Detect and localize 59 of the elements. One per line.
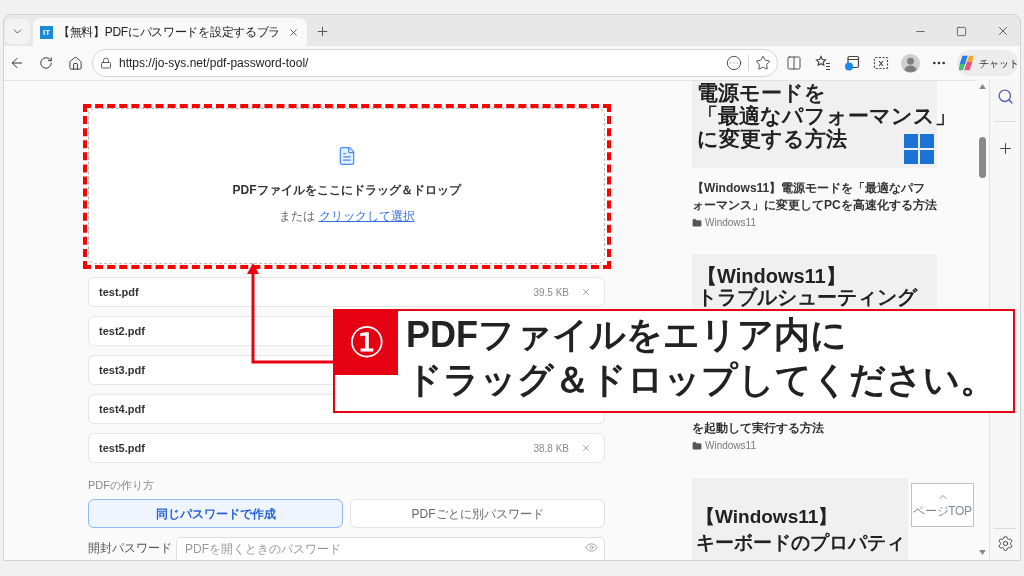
search-icon[interactable]: [996, 88, 1014, 105]
thumbnail-title: 「最適なパフォーマンス」: [697, 104, 956, 127]
thumbnail-title: トラブルシューティング: [697, 287, 917, 308]
window-badge-icon[interactable]: [844, 55, 860, 71]
category-label: Windows11: [705, 216, 756, 230]
home-icon[interactable]: [67, 55, 83, 71]
step-number: ①: [335, 311, 398, 375]
article-title[interactable]: を起動して実行する方法: [692, 420, 937, 437]
article-thumbnail[interactable]: 【Windows11】 トラブルシューティング: [692, 254, 937, 310]
refresh-icon[interactable]: [39, 56, 53, 70]
browser-tab[interactable]: IT 【無料】PDFにパスワードを設定するブラ: [33, 18, 307, 46]
folder-icon: [692, 440, 702, 451]
scroll-down-icon[interactable]: [979, 550, 986, 555]
drop-title: PDFファイルをここにドラッグ＆ドロップ: [232, 182, 461, 199]
file-name: test2.pdf: [99, 323, 145, 339]
thumbnail-title: 電源モードを: [697, 81, 826, 104]
new-tab-icon[interactable]: [314, 23, 330, 39]
mode-option-button[interactable]: 同じパスワードで作成: [88, 499, 343, 528]
field-label: 開封パスワード: [88, 540, 173, 557]
settings-icon[interactable]: [996, 535, 1014, 552]
article-thumbnail[interactable]: 【Windows11】 キーボードのプロパティ: [692, 478, 908, 560]
password-field[interactable]: PDFを開くときのパスワード: [176, 537, 605, 560]
star-list-icon[interactable]: [815, 55, 831, 71]
scrollbar-thumb[interactable]: [979, 137, 986, 178]
file-size: 38.8 KB: [533, 441, 569, 456]
address-bar[interactable]: https://jo-sys.net/pdf-password-tool/: [92, 49, 778, 77]
split-view-icon[interactable]: [786, 55, 802, 71]
site-favicon: IT: [40, 25, 53, 39]
file-name: test5.pdf: [99, 440, 145, 456]
article-title[interactable]: 【Windows11】電源モードを「最適なパフォーマンス」に変更してPCを高速化する方法: [692, 180, 937, 214]
file-name: test3.pdf: [99, 362, 145, 378]
thumbnail-title: 【Windows11】: [697, 266, 846, 287]
file-name: test.pdf: [99, 284, 139, 300]
folder-icon: [692, 217, 702, 228]
callout-text: PDFファイルをエリア内に: [406, 313, 847, 357]
page-top-button[interactable]: ページTOP: [911, 483, 974, 527]
dots-circle-icon[interactable]: [726, 55, 742, 71]
thumbnail-title: キーボードのプロパティ: [696, 531, 905, 555]
chat-button[interactable]: チャット: [957, 50, 1018, 76]
select-file-link[interactable]: クリックして選択: [318, 208, 415, 225]
category-label: Windows11: [705, 439, 756, 453]
lock-icon: [100, 57, 112, 69]
dashed-frame-icon[interactable]: [873, 55, 889, 71]
or-text: または: [278, 208, 315, 225]
file-size: 39.5 KB: [533, 285, 569, 300]
section-label: PDFの作り方: [88, 478, 155, 492]
maximize-icon[interactable]: [956, 25, 967, 37]
favorite-star-icon[interactable]: [755, 55, 771, 71]
back-icon[interactable]: [9, 55, 25, 71]
mode-option-button[interactable]: PDFごとに別パスワード: [350, 499, 605, 528]
thumbnail-title: 【Windows11】: [696, 505, 838, 529]
file-name: test4.pdf: [99, 401, 145, 417]
close-icon[interactable]: [288, 26, 299, 38]
scroll-up-icon[interactable]: [979, 84, 986, 89]
slanted-bars-logo-icon: [956, 54, 975, 72]
thumbnail-title: に変更する方法: [697, 127, 847, 150]
callout-text: ドラッグ＆ドロップしてください。: [406, 358, 996, 402]
drop-zone[interactable]: PDFファイルをここにドラッグ＆ドロップ または クリックして選択: [88, 108, 605, 264]
avatar-icon[interactable]: [900, 53, 920, 73]
